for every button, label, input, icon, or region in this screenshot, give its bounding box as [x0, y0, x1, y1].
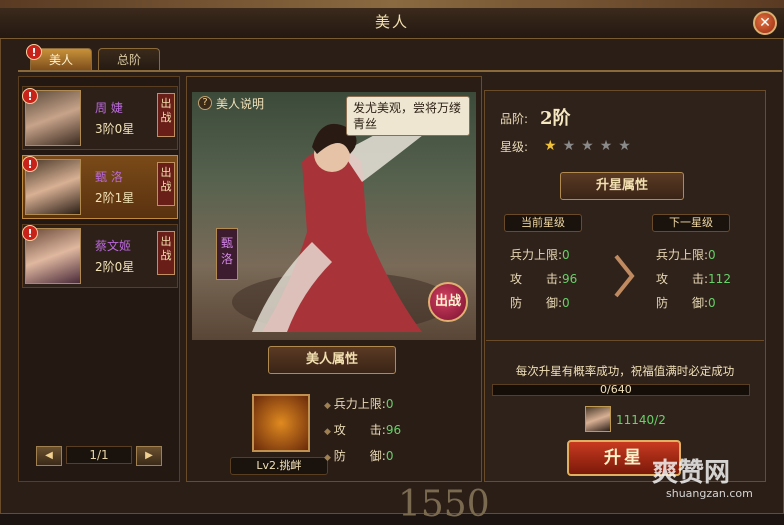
star-icon: ★	[544, 138, 557, 154]
stat-value: 0	[708, 296, 716, 310]
stat-value: 0	[385, 449, 394, 463]
beauty-name: 蔡文姬	[95, 239, 132, 253]
tab-total-rank[interactable]: 总阶	[98, 48, 160, 71]
star-icon: ★	[562, 138, 576, 154]
upgrade-item-icon[interactable]	[585, 406, 611, 432]
close-icon: ✕	[759, 15, 771, 31]
stat-value: 112	[708, 272, 731, 286]
top-decorative-strip	[0, 0, 784, 8]
tab-beauty-label: 美人	[48, 53, 73, 67]
stat-value: 0	[562, 248, 570, 262]
deployed-badge: 出战	[157, 93, 175, 137]
beauty-rank: 2阶0星	[95, 260, 135, 274]
help-icon[interactable]: ?	[198, 96, 212, 110]
star-icon: ★	[581, 138, 594, 154]
divider	[486, 340, 764, 341]
star-rating: ★ ★ ★ ★ ★	[544, 135, 637, 154]
beauty-attributes-header: 美人属性	[268, 346, 396, 374]
stat-label: 攻 击:	[510, 272, 563, 286]
window-title: 美人	[374, 13, 409, 31]
current-stat-row: 兵力上限:0	[510, 246, 570, 263]
stat-value: 96	[562, 272, 578, 286]
upgrade-cost: 11140/2	[616, 413, 666, 427]
current-stat-row: 攻 击:96	[510, 270, 577, 287]
watermark-url: shuangzan.com	[666, 487, 753, 500]
diamond-icon: ◆	[324, 427, 334, 437]
stat-label: 兵力上限:	[510, 248, 563, 262]
beauty-list-item-zhenluo[interactable]: 甄 洛 2阶1星 出战	[22, 155, 178, 219]
page-indicator: 1/1	[66, 446, 132, 464]
alert-icon: !	[26, 44, 42, 60]
quote-bubble: 发尤美观，尝将万缕青丝	[346, 96, 470, 136]
beauty-description-link[interactable]: 美人说明	[216, 95, 264, 112]
alert-icon: !	[22, 156, 38, 172]
stat-value: 0	[708, 248, 716, 262]
deploy-button[interactable]: 出战	[428, 282, 468, 322]
arrow-right-icon	[612, 252, 636, 304]
beauty-name-banner: 甄洛	[216, 228, 238, 280]
prev-page-button[interactable]: ◀	[36, 446, 62, 466]
star-icon: ★	[599, 138, 613, 154]
next-page-button[interactable]: ▶	[136, 446, 162, 466]
stat-label: 防 御:	[656, 296, 709, 310]
current-stat-row: 防 御:0	[510, 294, 570, 311]
deployed-badge: 出战	[157, 162, 175, 206]
next-stat-row: 防 御:0	[656, 294, 716, 311]
beauty-rank: 3阶0星	[95, 122, 135, 136]
stat-row: ◆ 兵力上限:0	[324, 395, 393, 412]
deployed-badge: 出战	[157, 231, 175, 275]
watermark-logo: 爽赞网	[652, 458, 731, 488]
stat-row: ◆ 防 御:0	[324, 447, 393, 464]
next-star-label: 下一星级	[652, 214, 730, 232]
stat-label: 兵力上限:	[333, 397, 386, 411]
beauty-rank: 2阶1星	[95, 191, 135, 205]
beauty-list-item-caiwenji[interactable]: 蔡文姬 2阶0星 出战	[22, 224, 178, 288]
close-button[interactable]: ✕	[753, 11, 777, 35]
grade-label: 品阶:	[500, 112, 529, 126]
grade-value: 2阶	[540, 108, 571, 129]
stat-value: 96	[385, 423, 402, 437]
diamond-icon: ◆	[324, 401, 334, 411]
star-level-label: 星级:	[500, 140, 529, 154]
alert-icon: !	[22, 88, 38, 104]
upgrade-hint: 每次升星有概率成功，祝福值满时必定成功	[515, 364, 735, 378]
stat-label: 防 御:	[510, 296, 563, 310]
stat-label: 攻 击:	[333, 423, 386, 437]
current-star-label: 当前星级	[504, 214, 582, 232]
background-number: 1550	[398, 484, 490, 525]
skill-icon[interactable]	[252, 394, 310, 452]
progress-text: 0/640	[600, 383, 632, 396]
next-stat-row: 兵力上限:0	[656, 246, 716, 263]
diamond-icon: ◆	[324, 453, 334, 463]
alert-icon: !	[22, 225, 38, 241]
skill-label: Lv2.挑衅	[230, 457, 328, 475]
beauty-name: 甄 洛	[95, 170, 123, 184]
star-attributes-header: 升星属性	[560, 172, 684, 200]
next-stat-row: 攻 击:112	[656, 270, 731, 287]
stat-value: 0	[562, 296, 570, 310]
tab-total-rank-label: 总阶	[116, 53, 141, 67]
stat-label: 防 御:	[333, 449, 386, 463]
beauty-list-item-zhoujie[interactable]: 周 婕 3阶0星 出战	[22, 86, 178, 150]
stat-label: 兵力上限:	[656, 248, 709, 262]
beauty-name: 周 婕	[95, 101, 123, 115]
star-icon: ★	[618, 138, 631, 154]
tab-divider	[18, 70, 782, 72]
stat-row: ◆ 攻 击:96	[324, 421, 401, 438]
stat-value: 0	[385, 397, 394, 411]
stat-label: 攻 击:	[656, 272, 709, 286]
